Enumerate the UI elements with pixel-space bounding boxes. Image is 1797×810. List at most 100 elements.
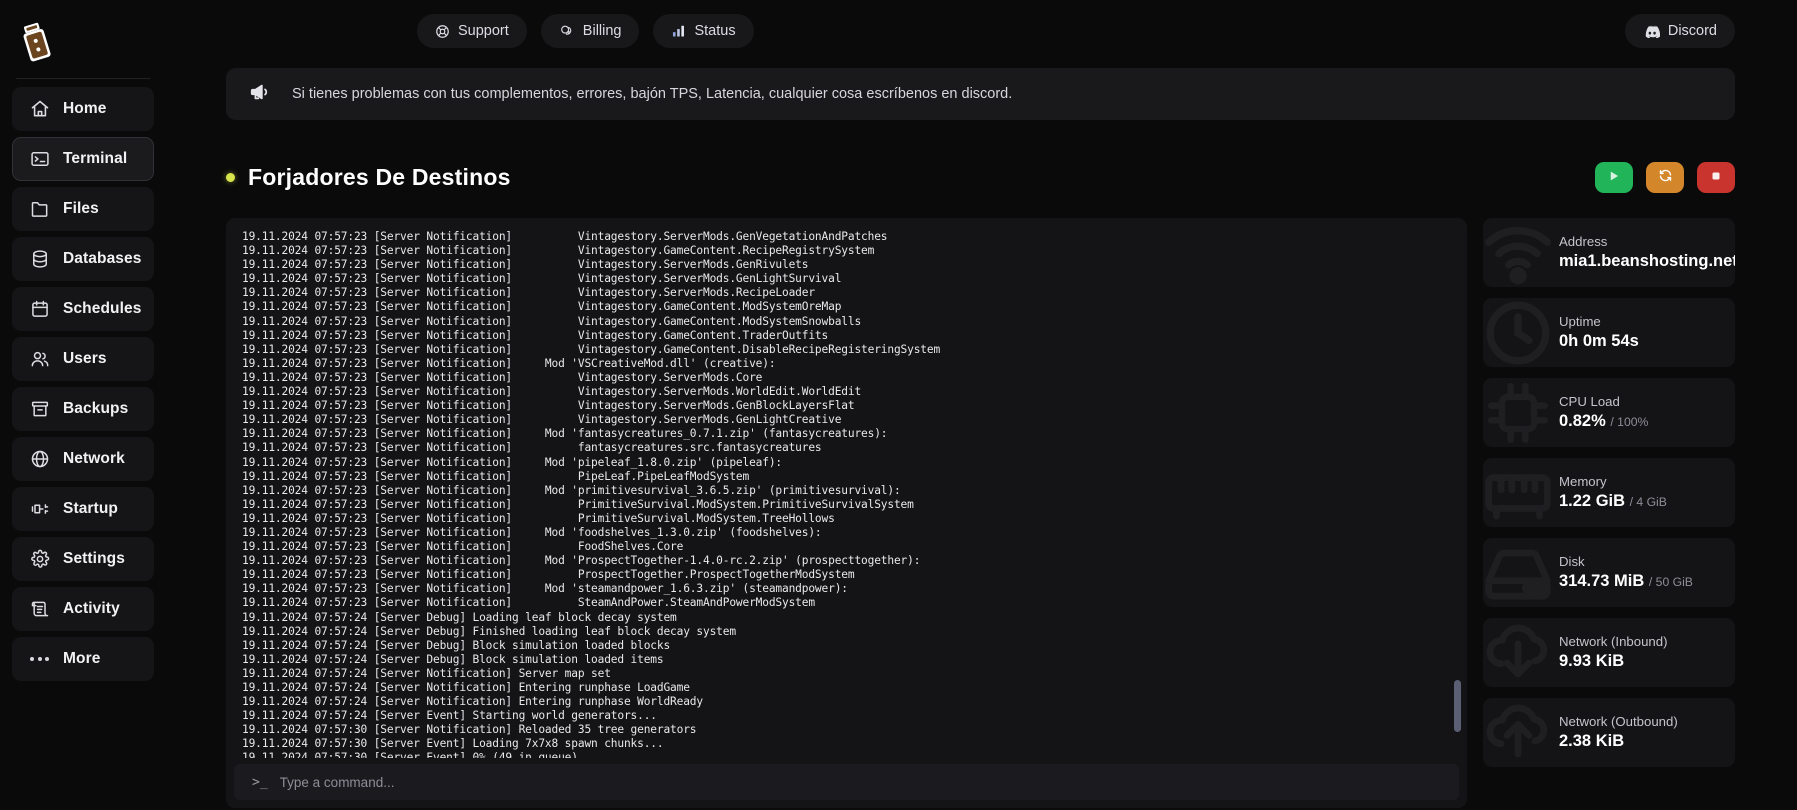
dashboard-body: 19.11.2024 07:57:23 [Server Notification… (226, 218, 1735, 808)
status-button[interactable]: Status (653, 14, 754, 48)
power-controls (1595, 161, 1735, 193)
console-line: 19.11.2024 07:57:23 [Server Notification… (242, 427, 888, 441)
main-area: Support Billing Status Discord Si tienes… (166, 0, 1797, 810)
console-line: 19.11.2024 07:57:23 [Server Notification… (242, 497, 914, 511)
plug-icon (29, 499, 50, 520)
disk-icon (1483, 538, 1559, 607)
sidebar-item-databases[interactable]: Databases (12, 237, 154, 281)
sidebar-item-activity[interactable]: Activity (12, 587, 154, 631)
stat-value: 314.73 MiB / 50 GiB (1559, 572, 1693, 591)
home-icon (29, 99, 50, 120)
terminal-icon (29, 149, 50, 170)
console-line: 19.11.2024 07:57:24 [Server Debug] Block… (242, 652, 664, 666)
stat-value-sub: / 50 GiB (1648, 575, 1693, 589)
stat-label: Memory (1559, 474, 1607, 489)
sidebar-item-label: Databases (63, 250, 142, 267)
stat-card-network-outbound: Network (Outbound) 2.38 KiB (1483, 698, 1735, 767)
sidebar: Home Terminal Files Databases Schedules … (0, 0, 166, 810)
sidebar-item-label: Network (63, 450, 125, 467)
support-button[interactable]: Support (417, 14, 527, 48)
database-icon (29, 249, 50, 270)
stat-value: 9.93 KiB (1559, 652, 1625, 670)
users-icon (29, 349, 50, 370)
console-line: 19.11.2024 07:57:23 [Server Notification… (242, 356, 776, 370)
stop-button[interactable] (1697, 161, 1735, 193)
coins-icon (559, 24, 575, 39)
console-output[interactable]: 19.11.2024 07:57:23 [Server Notification… (226, 218, 1467, 758)
stat-value: 1.22 GiB / 4 GiB (1559, 492, 1667, 511)
stat-label: Address (1559, 234, 1608, 249)
console-line: 19.11.2024 07:57:30 [Server Event] 0% (4… (242, 751, 578, 758)
sidebar-divider-top (16, 78, 150, 79)
command-bar[interactable]: >_ (234, 764, 1459, 800)
sidebar-item-schedules[interactable]: Schedules (12, 287, 154, 331)
console-line: 19.11.2024 07:57:23 [Server Notification… (242, 300, 842, 314)
stat-value: 0h 0m 54s (1559, 332, 1639, 350)
page-title: Forjadores De Destinos (248, 163, 511, 190)
bar-chart-icon (671, 24, 686, 38)
logo[interactable] (12, 10, 154, 76)
console-line: 19.11.2024 07:57:24 [Server Debug] Block… (242, 638, 671, 652)
sidebar-item-network[interactable]: Network (12, 437, 154, 481)
server-status-indicator (226, 172, 235, 182)
command-input[interactable] (279, 774, 1441, 790)
console-line: 19.11.2024 07:57:23 [Server Notification… (242, 328, 829, 342)
memory-icon (1483, 458, 1559, 527)
console-line: 19.11.2024 07:57:23 [Server Notification… (242, 469, 750, 483)
sidebar-item-users[interactable]: Users (12, 337, 154, 381)
gear-icon (29, 549, 50, 570)
console-line: 19.11.2024 07:57:23 [Server Notification… (242, 525, 822, 539)
console-line: 19.11.2024 07:57:24 [Server Event] Start… (242, 709, 657, 723)
upload-icon (1483, 698, 1559, 767)
sidebar-item-label: Home (63, 100, 107, 117)
sidebar-nav: Home Terminal Files Databases Schedules … (12, 87, 154, 681)
cpu-icon (1483, 378, 1559, 447)
console-line: 19.11.2024 07:57:23 [Server Notification… (242, 314, 862, 328)
content-area: Si tienes problemas con tus complementos… (166, 68, 1797, 808)
discord-icon (1643, 25, 1660, 38)
console-line: 19.11.2024 07:57:23 [Server Notification… (242, 385, 862, 399)
console-line: 19.11.2024 07:57:30 [Server Event] Loadi… (242, 737, 664, 751)
wifi-icon (1483, 218, 1559, 287)
restart-button[interactable] (1646, 161, 1684, 193)
console-line: 19.11.2024 07:57:23 [Server Notification… (242, 370, 763, 384)
prompt-chevron-icon: >_ (252, 774, 268, 790)
billing-button[interactable]: Billing (540, 14, 640, 48)
console-scrollbar-thumb[interactable] (1454, 680, 1461, 732)
console-line: 19.11.2024 07:57:24 [Server Debug] Finis… (242, 624, 736, 638)
console-line: 19.11.2024 07:57:24 [Server Debug] Loadi… (242, 610, 677, 624)
console-scrollbar[interactable] (1454, 230, 1461, 750)
console-line: 19.11.2024 07:57:23 [Server Notification… (242, 582, 848, 596)
stat-value-sub: / 100% (1610, 415, 1649, 429)
download-icon (1483, 618, 1559, 687)
restart-icon (1658, 168, 1673, 186)
megaphone-icon (248, 81, 272, 108)
stat-label: CPU Load (1559, 394, 1620, 409)
console-line: 19.11.2024 07:57:23 [Server Notification… (242, 342, 941, 356)
console-line: 19.11.2024 07:57:23 [Server Notification… (242, 244, 875, 258)
sidebar-item-more[interactable]: More (12, 637, 154, 681)
console-line: 19.11.2024 07:57:23 [Server Notification… (242, 399, 855, 413)
sidebar-item-files[interactable]: Files (12, 187, 154, 231)
stat-value-main: 0.82% (1559, 412, 1606, 430)
discord-button[interactable]: Discord (1624, 14, 1735, 48)
stat-value: 0.82% / 100% (1559, 412, 1648, 431)
stats-panel: Address mia1.beanshosting.net:24570 Upti… (1483, 218, 1735, 808)
console-line: 19.11.2024 07:57:23 [Server Notification… (242, 596, 815, 610)
sidebar-item-label: Backups (63, 400, 129, 417)
top-nav-group: Support Billing Status (417, 14, 754, 48)
console-line: 19.11.2024 07:57:23 [Server Notification… (242, 554, 921, 568)
sidebar-item-backups[interactable]: Backups (12, 387, 154, 431)
sidebar-item-terminal[interactable]: Terminal (12, 137, 154, 181)
sidebar-item-label: Terminal (63, 150, 128, 167)
start-button[interactable] (1595, 161, 1633, 193)
stat-card-address: Address mia1.beanshosting.net:24570 (1483, 218, 1735, 287)
sidebar-item-settings[interactable]: Settings (12, 537, 154, 581)
sidebar-item-home[interactable]: Home (12, 87, 154, 131)
sidebar-item-label: Startup (63, 500, 118, 517)
announcement-banner: Si tienes problemas con tus complementos… (226, 68, 1735, 120)
sidebar-item-startup[interactable]: Startup (12, 487, 154, 531)
console-line: 19.11.2024 07:57:23 [Server Notification… (242, 258, 809, 272)
sidebar-item-label: Settings (63, 550, 125, 567)
sidebar-item-label: Activity (63, 600, 120, 617)
